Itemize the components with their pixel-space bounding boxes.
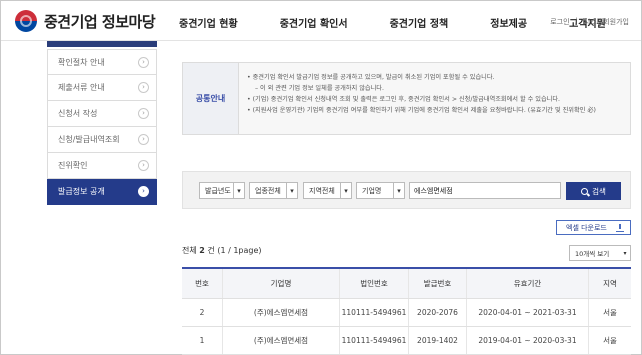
chevron-right-icon: ›	[138, 56, 149, 68]
per-page-value: 10개씩 보기	[575, 250, 610, 258]
util-divider: |	[575, 17, 578, 25]
sidebar-item-disclosure[interactable]: 발급정보 공개 ›	[47, 179, 157, 205]
search-bar: 발급년도 ▾ 업종전체 ▾ 지역전체 ▾ 기업명 ▾ 에스엠면세점 검색	[182, 171, 631, 209]
sidebar-item-label: 신청서 작성	[58, 109, 98, 118]
sidebar-item-label: 확인절차 안내	[58, 57, 105, 67]
excel-download-label: 엑셀 다운로드	[566, 223, 607, 232]
chevron-down-icon: ▾	[623, 249, 627, 257]
chevron-right-icon: ›	[138, 82, 149, 93]
site-logo[interactable]: 중견기업 정보마당	[15, 10, 156, 32]
nav-status[interactable]: 중견기업 현황	[179, 15, 238, 30]
column-header: 지역	[603, 279, 617, 288]
signup-link[interactable]: 시스템회원가입	[584, 17, 629, 27]
summary-prefix: 전체	[182, 246, 197, 255]
column-header: 기업명	[223, 269, 340, 298]
table-row[interactable]: 2 (주)에스엠면세점 110111-5494961 2020-2076 202…	[182, 299, 631, 327]
column-header: 법인번호	[340, 269, 409, 298]
summary-unit: 건	[207, 246, 215, 255]
table-cell: 서울	[603, 308, 617, 317]
chevron-down-icon: ▾	[340, 183, 351, 198]
sidebar: 확인절차 안내 › 제출서류 안내 › 신청서 작성 › 신청/발급내역조회 ›…	[47, 41, 157, 206]
notice-line: • 중견기업 확인서 발급기업 정보를 공개하고 있으며, 발급이 취소된 기업…	[247, 74, 495, 81]
table-cell: 2	[182, 299, 223, 326]
nav-info[interactable]: 정보제공	[490, 15, 527, 30]
column-header: 번호	[182, 269, 223, 298]
table-cell: 2020-04-01 ~ 2021-03-31	[467, 299, 589, 326]
table-cell: (주)에스엠면세점	[223, 327, 340, 354]
column-header: 발급번호	[409, 269, 467, 298]
notice-line: – 이 외 관련 기업 정보 일체를 공개하지 않습니다.	[255, 85, 384, 92]
chevron-right-icon: ›	[138, 108, 149, 119]
table-cell: (주)에스엠면세점	[223, 299, 340, 326]
notice-line: • (지원사업 운영기관) 기업의 중견기업 여부를 확인하기 위해 기업에 중…	[247, 107, 596, 114]
chevron-right-icon: ›	[138, 186, 149, 197]
notice-line: • (기업) 중견기업 확인서 신청내역 조회 및 출력은 로그인 후, 중견기…	[247, 96, 561, 103]
select-value: 지역전체	[309, 186, 335, 195]
table-row[interactable]: 1 (주)에스엠면세점 110111-5494961 2019-1402 201…	[182, 327, 631, 355]
table-cell: 2019-04-01 ~ 2020-03-31	[467, 327, 589, 354]
sidebar-item-documents[interactable]: 제출서류 안내 ›	[47, 75, 157, 101]
sidebar-item-history[interactable]: 신청/발급내역조회 ›	[47, 127, 157, 153]
search-button-label: 검색	[592, 186, 606, 196]
chevron-down-icon: ▾	[233, 183, 244, 198]
table-cell: 110111-5494961	[340, 327, 409, 354]
sidebar-item-application[interactable]: 신청서 작성 ›	[47, 101, 157, 127]
notice-title: 공통안내	[183, 63, 239, 134]
table-cell: 2020-2076	[409, 299, 467, 326]
page-info: (1 / 1page)	[217, 246, 262, 255]
search-button[interactable]: 검색	[566, 182, 621, 200]
notice-body: • 중견기업 확인서 발급기업 정보를 공개하고 있으며, 발급이 취소된 기업…	[247, 72, 627, 116]
column-header: 유효기간	[467, 269, 589, 298]
issue-year-select[interactable]: 발급년도 ▾	[199, 182, 245, 199]
notice-box: 공통안내 • 중견기업 확인서 발급기업 정보를 공개하고 있으며, 발급이 취…	[182, 62, 631, 135]
sidebar-top-bar	[47, 41, 157, 47]
table-cell: 서울	[603, 336, 617, 345]
select-value: 업종전체	[255, 186, 281, 195]
sidebar-item-verify[interactable]: 진위확인 ›	[47, 153, 157, 179]
industry-select[interactable]: 업종전체 ▾	[249, 182, 298, 199]
per-page-select[interactable]: 10개씩 보기 ▾	[569, 245, 631, 261]
sidebar-item-label: 진위확인	[58, 161, 88, 170]
select-value: 기업명	[362, 186, 382, 195]
logo-text: 중견기업 정보마당	[44, 12, 156, 31]
table-cell: 1	[182, 327, 223, 354]
results-table: 번호 기업명 법인번호 발급번호 유효기간 지역 2 (주)에스엠면세점 110…	[182, 267, 631, 355]
sidebar-item-procedure[interactable]: 확인절차 안내 ›	[47, 49, 157, 75]
table-cell: 110111-5494961	[340, 299, 409, 326]
table-cell: 2019-1402	[409, 327, 467, 354]
sidebar-item-label: 발급정보 공개	[58, 187, 105, 196]
nav-certificate[interactable]: 중견기업 확인서	[280, 15, 348, 30]
header: 중견기업 정보마당 중견기업 현황 중견기업 확인서 중견기업 정책 정보제공 …	[1, 1, 641, 41]
region-select[interactable]: 지역전체 ▾	[303, 182, 352, 199]
chevron-right-icon: ›	[138, 160, 149, 171]
search-input[interactable]: 에스엠면세점	[409, 182, 561, 199]
table-header-row: 번호 기업명 법인번호 발급번호 유효기간 지역	[182, 269, 631, 299]
excel-download-button[interactable]: 엑셀 다운로드	[556, 220, 631, 235]
chevron-right-icon: ›	[138, 134, 149, 145]
download-icon	[616, 224, 624, 232]
chevron-down-icon: ▾	[286, 183, 297, 198]
login-link[interactable]: 로그인	[550, 17, 569, 27]
select-value: 발급년도	[205, 186, 231, 195]
result-summary: 전체 2 건 (1 / 1page)	[182, 245, 262, 256]
utility-links: 로그인 | 시스템회원가입	[544, 17, 629, 27]
chevron-down-icon: ▾	[393, 183, 404, 198]
sidebar-item-label: 제출서류 안내	[58, 83, 105, 92]
result-count: 2	[199, 246, 205, 255]
search-field-select[interactable]: 기업명 ▾	[356, 182, 405, 199]
search-icon	[581, 187, 589, 195]
government-emblem-icon	[15, 10, 37, 32]
sidebar-item-label: 신청/발급내역조회	[58, 135, 120, 144]
nav-policy[interactable]: 중견기업 정책	[390, 15, 449, 30]
